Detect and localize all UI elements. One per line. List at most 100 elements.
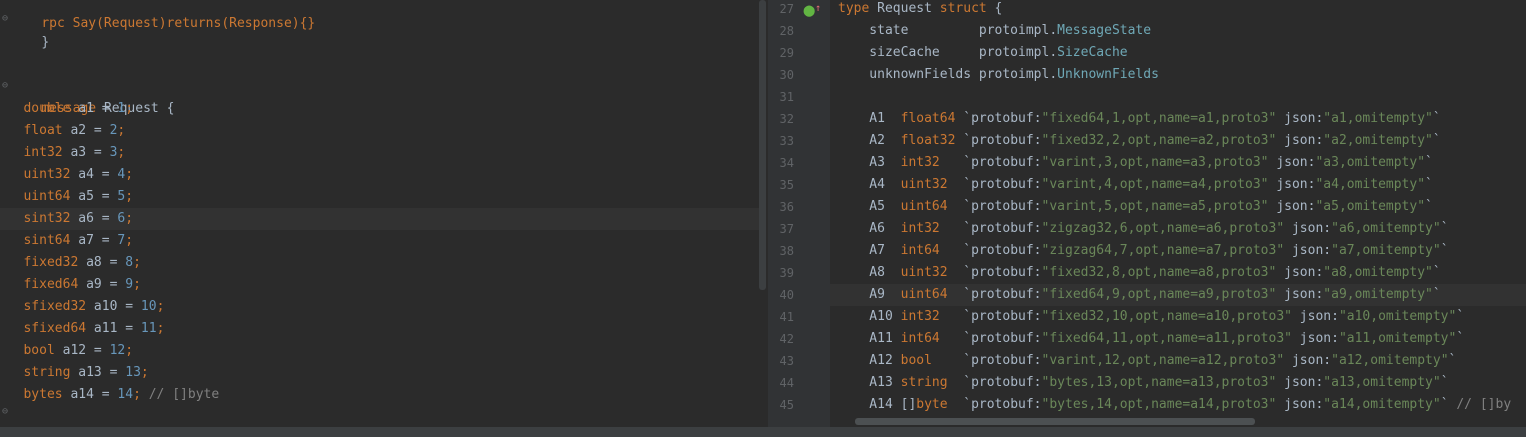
code-token: "a12,omitempty" <box>1331 353 1449 368</box>
code-token: json: <box>1284 221 1332 236</box>
code-token: json: <box>1268 155 1316 170</box>
field-type: float <box>23 123 63 138</box>
field-name: a1 = <box>70 101 118 116</box>
field-name: a3 = <box>62 145 110 160</box>
left-editor-pane[interactable]: rpc Say(Request)returns(Response){} } me… <box>0 0 768 437</box>
code-line: sizeCache protoimpl.SizeCache <box>838 42 1127 64</box>
field-line: string a13 = 13; <box>23 365 149 380</box>
code-token: A14 [] <box>838 397 917 412</box>
line-number: 27 <box>779 2 794 16</box>
code-line: A11 int64 `protobuf:"fixed64,11,opt,name… <box>838 328 1464 350</box>
code-token: int32 <box>900 221 940 236</box>
code-token: json: <box>1276 133 1324 148</box>
code-token: ` <box>1448 353 1457 368</box>
code-token: json: <box>1268 177 1316 192</box>
code-line: A10 int32 `protobuf:"fixed32,10,opt,name… <box>838 306 1464 328</box>
code-token: ` <box>1432 265 1441 280</box>
code-token: "fixed32,10,opt,name=a10,proto3" <box>1041 309 1292 324</box>
code-token: "a10,omitempty" <box>1338 309 1457 324</box>
code-token: json: <box>1276 265 1324 280</box>
field-line: bool a12 = 12; <box>23 343 134 358</box>
code-token: "a9,omitempty" <box>1323 287 1433 302</box>
implementation-icon[interactable]: ⬤ <box>803 4 815 17</box>
code-token: ` <box>1440 243 1449 258</box>
code-token: "fixed32,2,opt,name=a2,proto3" <box>1041 133 1277 148</box>
code-line: A8 uint32 `protobuf:"fixed32,8,opt,name=… <box>838 262 1441 284</box>
field-type: int32 <box>23 145 63 160</box>
code-token: "a5,omitempty" <box>1315 199 1426 214</box>
vertical-scrollbar[interactable] <box>759 0 766 290</box>
field-number: 11 <box>140 321 157 336</box>
code-token: "fixed64,11,opt,name=a11,proto3" <box>1041 331 1292 346</box>
line-number: 42 <box>779 332 794 346</box>
code-token: `protobuf: <box>947 375 1042 390</box>
field-type: double <box>23 101 71 116</box>
code-token: int32 <box>900 309 940 324</box>
go-to-interface-arrow-icon[interactable]: ↑ <box>815 3 821 14</box>
line-number: 34 <box>779 156 794 170</box>
code-line: A1 float64 `protobuf:"fixed64,1,opt,name… <box>838 108 1440 130</box>
field-name: a10 = <box>86 299 141 314</box>
code-token: uint64 <box>900 287 948 302</box>
code-line: A3 int32 `protobuf:"varint,3,opt,name=a3… <box>838 152 1433 174</box>
code-token: `protobuf: <box>955 133 1042 148</box>
code-token: byte <box>916 397 948 412</box>
field-number: 10 <box>140 299 157 314</box>
code-token: A12 <box>838 353 901 368</box>
code-token: A10 <box>838 309 901 324</box>
field-name: a6 = <box>70 211 118 226</box>
code-token: `protobuf: <box>939 155 1042 170</box>
line-number: 31 <box>779 90 794 104</box>
field-name: a12 = <box>54 343 110 358</box>
field-name: a2 = <box>62 123 110 138</box>
code-line: A12 bool `protobuf:"varint,12,opt,name=a… <box>838 350 1456 372</box>
code-token: `protobuf: <box>955 111 1042 126</box>
field-number: 13 <box>125 365 141 380</box>
code-token: "bytes,14,opt,name=a14,proto3" <box>1041 397 1277 412</box>
fold-marker-icon[interactable]: ⊖ <box>2 80 8 91</box>
field-name: a9 = <box>78 277 126 292</box>
code-token: ` <box>1440 397 1457 412</box>
horizontal-scrollbar[interactable] <box>855 418 1255 425</box>
fold-marker-icon[interactable]: ⊖ <box>2 406 8 417</box>
line-number: 44 <box>779 376 794 390</box>
code-line-close-service: } <box>10 10 49 50</box>
code-token: "zigzag32,6,opt,name=a6,proto3" <box>1041 221 1285 236</box>
field-line: uint32 a4 = 4; <box>23 167 134 182</box>
code-token: "a14,omitempty" <box>1323 397 1441 412</box>
code-line: state protoimpl.MessageState <box>838 20 1151 42</box>
code-token: uint64 <box>900 199 948 214</box>
rpc-partial: rpc Say(Request)returns(Response){} <box>41 16 316 31</box>
code-token: json: <box>1284 353 1332 368</box>
code-token: type <box>838 1 870 16</box>
field-type: sfixed32 <box>23 299 87 314</box>
code-token: "a6,omitempty" <box>1331 221 1441 236</box>
line-number: 40 <box>779 288 794 302</box>
field-line: sint32 a6 = 6; <box>0 208 760 230</box>
field-line: bytes a14 = 14; // []byte <box>23 387 220 402</box>
code-token: "a11,omitempty" <box>1338 331 1457 346</box>
code-token: "varint,3,opt,name=a3,proto3" <box>1041 155 1269 170</box>
code-line: A14 []byte `protobuf:"bytes,14,opt,name=… <box>838 394 1511 416</box>
code-token: A5 <box>838 199 901 214</box>
code-token: "bytes,13,opt,name=a13,proto3" <box>1041 375 1277 390</box>
code-token: string <box>900 375 948 390</box>
field-type: string <box>23 365 71 380</box>
code-token: `protobuf: <box>931 353 1042 368</box>
code-line: A6 int32 `protobuf:"zigzag32,6,opt,name=… <box>838 218 1448 240</box>
code-token: `protobuf: <box>947 177 1042 192</box>
field-type: sfixed64 <box>23 321 87 336</box>
code-token: "a7,omitempty" <box>1331 243 1441 258</box>
code-line: unknownFields protoimpl.UnknownFields <box>838 64 1159 86</box>
code-token: json: <box>1284 243 1332 258</box>
code-token: json: <box>1276 375 1324 390</box>
right-editor-pane[interactable]: ⬤ ↑ 27 type Request struct {28 state prot… <box>768 0 1526 437</box>
code-token: ` <box>1432 133 1441 148</box>
fold-marker-icon[interactable]: ⊖ <box>2 13 8 24</box>
field-type: sint32 <box>23 211 71 226</box>
line-number: 38 <box>779 244 794 258</box>
field-name: a14 = <box>62 387 118 402</box>
code-token: { <box>986 1 1003 16</box>
field-number: 8 <box>125 255 134 270</box>
code-token: json: <box>1291 331 1339 346</box>
